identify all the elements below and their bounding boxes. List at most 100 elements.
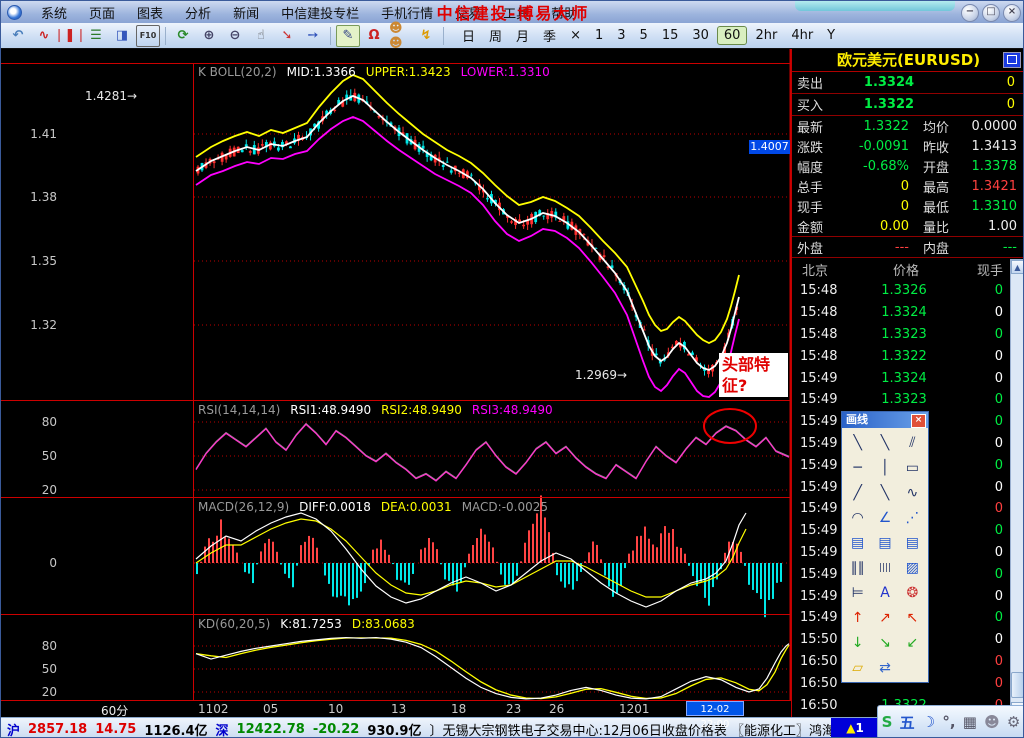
draw-tool-11[interactable]: ⋰ bbox=[899, 505, 926, 530]
candle-chart-icon[interactable]: ❘❚❘ bbox=[58, 25, 82, 47]
draw-tool-3[interactable]: ─ bbox=[844, 455, 871, 480]
stat-value: -0.0091 bbox=[837, 139, 909, 154]
wrench-icon[interactable]: ⚙ bbox=[1007, 713, 1020, 731]
f10-icon[interactable]: F10 bbox=[136, 25, 160, 47]
draw-tool-13[interactable]: ▤ bbox=[871, 530, 898, 555]
moon-icon[interactable]: ☽ bbox=[922, 713, 935, 731]
draw-tool-28[interactable]: ⇄ bbox=[871, 655, 898, 680]
draw-tool-6[interactable]: ╱ bbox=[844, 480, 871, 505]
user-icon[interactable]: ☻ bbox=[984, 713, 1000, 731]
draw-tool-24[interactable]: ↓ bbox=[844, 630, 871, 655]
menu-item-8[interactable]: 工具 bbox=[492, 1, 540, 24]
draw-tool-12[interactable]: ▤ bbox=[844, 530, 871, 555]
time-axis: 60分 12-02 22:00 11020510131823261201 bbox=[1, 701, 791, 717]
goto-icon[interactable]: ➙ bbox=[301, 25, 325, 47]
period-月[interactable]: 月 bbox=[510, 25, 535, 46]
period-1[interactable]: 1 bbox=[589, 27, 609, 44]
news-icon[interactable]: ◨ bbox=[110, 25, 134, 47]
draw-tool-25[interactable]: ↘ bbox=[871, 630, 898, 655]
close-button[interactable]: × bbox=[1003, 4, 1021, 22]
draw-tool-18[interactable]: ⊨ bbox=[844, 580, 871, 605]
draw-tool-15[interactable]: ∥∥ bbox=[844, 555, 871, 580]
sogou-icon[interactable]: S bbox=[882, 713, 893, 731]
period-3[interactable]: 3 bbox=[611, 27, 631, 44]
draw-tool-22[interactable]: ↗ bbox=[871, 605, 898, 630]
hand-icon[interactable]: ☝ bbox=[249, 25, 273, 47]
draw-tool-9[interactable]: ◠ bbox=[844, 505, 871, 530]
draw-tool-5[interactable]: ▭ bbox=[899, 455, 926, 480]
draw-tool-21[interactable]: ↑ bbox=[844, 605, 871, 630]
draw-tool-17[interactable]: ▨ bbox=[899, 555, 926, 580]
period-日[interactable]: 日 bbox=[456, 25, 481, 46]
lightning-icon[interactable]: ↯ bbox=[414, 25, 438, 47]
period-4hr[interactable]: 4hr bbox=[785, 27, 819, 44]
sh-index: 2857.18 bbox=[28, 722, 87, 737]
period-季[interactable]: 季 bbox=[537, 25, 562, 46]
draw-tool-20[interactable]: ❂ bbox=[899, 580, 926, 605]
menu-item-0[interactable]: 系统 bbox=[30, 1, 78, 24]
menu-item-2[interactable]: 图表 bbox=[126, 1, 174, 24]
draw-tool-16[interactable]: |||| bbox=[871, 555, 898, 580]
draw-icon[interactable]: ✎ bbox=[336, 25, 360, 47]
period-周[interactable]: 周 bbox=[483, 25, 508, 46]
draw-tool-0[interactable]: ╲ bbox=[844, 430, 871, 455]
period-Y[interactable]: Y bbox=[821, 27, 841, 44]
tick-row[interactable]: 15:491.33240 bbox=[792, 367, 1024, 389]
chart-canvas[interactable]: 1.411.381.351.328050200805020 bbox=[1, 49, 791, 717]
period-×[interactable]: × bbox=[564, 27, 587, 44]
users-icon[interactable]: ☻☻ bbox=[388, 25, 412, 47]
panel-restore-icon[interactable] bbox=[1003, 52, 1021, 68]
alert-badge[interactable]: ▲1 bbox=[831, 718, 879, 738]
wubi-icon[interactable]: 五 bbox=[900, 712, 915, 733]
period-5[interactable]: 5 bbox=[634, 27, 654, 44]
price-alert-tag[interactable]: 1.4007 bbox=[749, 140, 790, 154]
draw-tool-29[interactable] bbox=[899, 655, 926, 680]
draw-tool-10[interactable]: ∠ bbox=[871, 505, 898, 530]
zoom-in-icon[interactable]: ⊕ bbox=[197, 25, 221, 47]
keyboard-icon[interactable]: ▦ bbox=[963, 713, 977, 731]
ime-toolbar[interactable]: S五 ☽ °, ▦ ☻ ⚙ bbox=[877, 705, 1024, 738]
scrollbar-up-icon[interactable]: ▲ bbox=[1011, 260, 1024, 274]
tick-row[interactable]: 15:481.33240 bbox=[792, 302, 1024, 324]
tick-row[interactable]: 15:481.33260 bbox=[792, 280, 1024, 302]
palette-close-icon[interactable]: × bbox=[911, 414, 926, 428]
menu-item-9[interactable]: 帮助 bbox=[540, 1, 588, 24]
period-60[interactable]: 60 bbox=[717, 26, 748, 45]
tick-row[interactable]: 15:481.33220 bbox=[792, 345, 1024, 367]
draw-tool-14[interactable]: ▤ bbox=[899, 530, 926, 555]
draw-tool-8[interactable]: ∿ bbox=[899, 480, 926, 505]
restore-button[interactable]: □ bbox=[982, 4, 1000, 22]
zoom-out-icon[interactable]: ⊖ bbox=[223, 25, 247, 47]
draw-tool-19[interactable]: A bbox=[871, 580, 898, 605]
tick-row[interactable]: 15:481.33230 bbox=[792, 324, 1024, 346]
menu-item-4[interactable]: 新闻 bbox=[222, 1, 270, 24]
menu-item-7[interactable]: 交易 bbox=[444, 1, 492, 24]
minimize-button[interactable]: − bbox=[961, 4, 979, 22]
menu-item-5[interactable]: 中信建投专栏 bbox=[270, 1, 370, 24]
user-annotation-box[interactable]: 头部特征? bbox=[719, 353, 788, 397]
quote-list-icon[interactable]: ☰ bbox=[84, 25, 108, 47]
draw-tool-7[interactable]: ╲ bbox=[871, 480, 898, 505]
line-chart-icon[interactable]: ∿ bbox=[32, 25, 56, 47]
tick-row[interactable]: 15:491.33230 bbox=[792, 389, 1024, 411]
draw-tool-1[interactable]: ╲ bbox=[871, 430, 898, 455]
period-2hr[interactable]: 2hr bbox=[749, 27, 783, 44]
alarm-icon[interactable]: Ω bbox=[362, 25, 386, 47]
draw-tool-27[interactable]: ▱ bbox=[844, 655, 871, 680]
period-15[interactable]: 15 bbox=[656, 27, 685, 44]
draw-tool-4[interactable]: │ bbox=[871, 455, 898, 480]
tick-scrollbar[interactable]: ▲ ▼ bbox=[1010, 259, 1024, 717]
draw-line-palette[interactable]: 画线 × ╲╲⫽─│▭╱╲∿◠∠⋰▤▤▤∥∥||||▨⊨A❂↑↗↖↓↘↙▱⇄ bbox=[841, 411, 929, 683]
punct-icon[interactable]: °, bbox=[942, 713, 955, 731]
period-30[interactable]: 30 bbox=[686, 27, 715, 44]
back-icon[interactable]: ↶ bbox=[6, 25, 30, 47]
draw-tool-26[interactable]: ↙ bbox=[899, 630, 926, 655]
palette-title-bar[interactable]: 画线 × bbox=[842, 412, 928, 428]
refresh-icon[interactable]: ⟳ bbox=[171, 25, 195, 47]
draw-tool-2[interactable]: ⫽ bbox=[899, 430, 926, 455]
page-next-icon[interactable]: ➘ bbox=[275, 25, 299, 47]
draw-tool-23[interactable]: ↖ bbox=[899, 605, 926, 630]
menu-item-3[interactable]: 分析 bbox=[174, 1, 222, 24]
scrollbar-thumb[interactable] bbox=[1011, 672, 1024, 698]
menu-item-1[interactable]: 页面 bbox=[78, 1, 126, 24]
